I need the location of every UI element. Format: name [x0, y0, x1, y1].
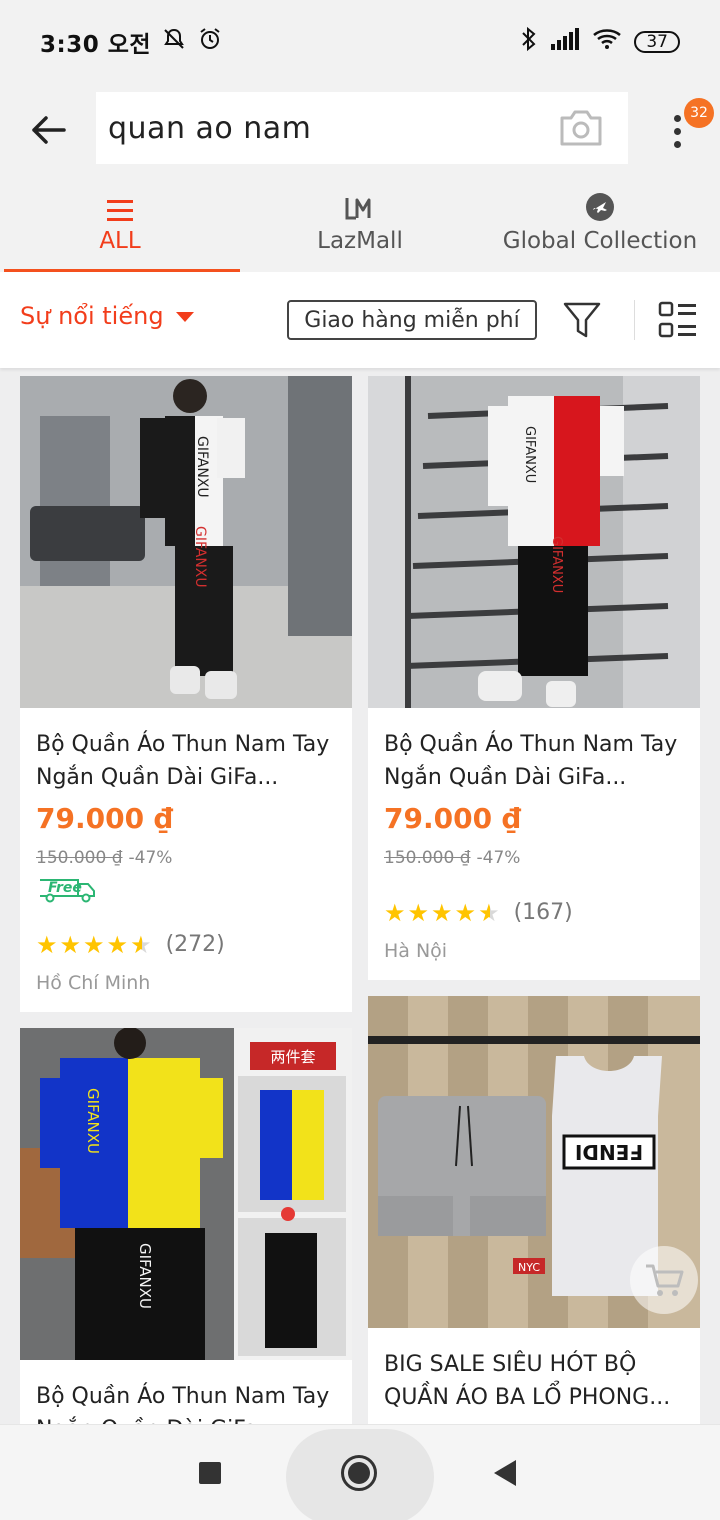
- product-rating: ★ ★ ★ ★ ★ (167): [384, 900, 573, 925]
- product-location: Hà Nội: [384, 940, 448, 962]
- review-count: (272): [165, 932, 225, 957]
- menu-icon: [106, 188, 134, 222]
- sort-dropdown[interactable]: Sự nổi tiếng: [20, 302, 194, 330]
- tab-global-collection[interactable]: Global Collection: [480, 174, 720, 272]
- product-image[interactable]: 两件套 GIFANXU GIFANXU: [20, 1028, 352, 1360]
- free-shipping-badge: Free: [38, 874, 96, 903]
- product-rating: ★ ★ ★ ★ ★ (272): [36, 932, 225, 957]
- tab-all[interactable]: ALL: [0, 174, 240, 272]
- product-price: 79.000 ₫: [384, 802, 522, 835]
- original-price: 150.000 ₫ -47%: [384, 848, 521, 868]
- product-image[interactable]: GIFANXU GIFANXU: [368, 376, 700, 708]
- camera-icon[interactable]: [558, 108, 604, 148]
- search-input[interactable]: quan ao nam: [96, 92, 628, 164]
- home-button[interactable]: [341, 1455, 377, 1491]
- svg-text:Free: Free: [48, 880, 82, 896]
- list-view-icon[interactable]: [658, 300, 698, 340]
- search-query: quan ao nam: [108, 110, 312, 146]
- product-title: Bộ Quần Áo Thun Nam Tay Ngắn Quần Dài Gi…: [36, 1384, 330, 1424]
- star-icon: ★: [431, 898, 453, 927]
- lazmall-icon: [345, 188, 375, 222]
- star-icon: ★: [59, 930, 82, 959]
- product-card[interactable]: NYC FENDI BIG SALE SIÊU HÓT BỘ QUẦN ÁO B…: [368, 996, 700, 1424]
- original-price: 150.000 ₫ -47%: [36, 848, 173, 868]
- star-icon: ★: [83, 930, 105, 959]
- filter-bar: Sự nổi tiếng Giao hàng miễn phí: [0, 272, 720, 368]
- signal-icon: [550, 28, 580, 56]
- divider: [634, 300, 635, 340]
- product-image[interactable]: GIFANXU GIFANXU: [20, 376, 352, 708]
- battery-indicator: 37: [634, 31, 680, 53]
- product-title: BIG SALE SIÊU HÓT BỘ QUẦN ÁO BA LỔ PHONG…: [384, 1352, 671, 1410]
- product-location: Hồ Chí Minh: [36, 972, 151, 994]
- star-icon: ★: [407, 898, 430, 927]
- star-half-icon: ★: [130, 930, 152, 959]
- wifi-icon: [592, 27, 622, 57]
- status-time: 3:30 오전: [40, 32, 152, 58]
- star-icon: ★: [384, 898, 406, 927]
- product-title: Bộ Quần Áo Thun Nam Tay Ngắn Quần Dài Gi…: [384, 732, 678, 790]
- star-icon: ★: [106, 930, 129, 959]
- svg-text:GIFANXU: GIFANXU: [136, 1243, 154, 1309]
- svg-text:GIFANXU: GIFANXU: [84, 1088, 102, 1154]
- bluetooth-icon: [520, 26, 538, 58]
- star-half-icon: ★: [478, 898, 500, 927]
- airplane-icon: [585, 188, 615, 222]
- review-count: (167): [513, 900, 573, 925]
- star-icon: ★: [36, 930, 58, 959]
- product-price: 79.000 ₫: [36, 802, 174, 835]
- star-icon: ★: [454, 898, 477, 927]
- sort-label: Sự nổi tiếng: [20, 302, 164, 330]
- svg-text:GIFANXU: GIFANXU: [522, 426, 537, 483]
- arrow-left-icon: [32, 116, 66, 144]
- product-card[interactable]: 两件套 GIFANXU GIFANXU Bộ Quần Áo Thun Nam …: [20, 1028, 352, 1424]
- svg-text:NYC: NYC: [518, 1261, 540, 1274]
- product-card[interactable]: GIFANXU GIFANXU Bộ Quần Áo Thun Nam Tay …: [368, 376, 700, 980]
- search-header: quan ao nam: [0, 84, 720, 174]
- category-tabs: ALL LazMall Global Collection: [0, 174, 720, 272]
- caret-down-icon: [175, 312, 194, 322]
- status-bar: 3:30 오전 37: [0, 0, 720, 84]
- svg-text:FENDI: FENDI: [575, 1140, 643, 1164]
- filter-icon[interactable]: [562, 300, 602, 340]
- shopping-cart-icon: [646, 1264, 684, 1296]
- product-card[interactable]: GIFANXU GIFANXU Bộ Quần Áo Thun Nam Tay …: [20, 376, 352, 1012]
- system-nav-bar: [0, 1424, 720, 1520]
- product-title: Bộ Quần Áo Thun Nam Tay Ngắn Quần Dài Gi…: [36, 732, 330, 790]
- back-nav-button[interactable]: [494, 1460, 516, 1486]
- svg-text:两件套: 两件套: [270, 1048, 315, 1066]
- svg-text:GIFANXU: GIFANXU: [549, 536, 564, 593]
- tab-label: ALL: [99, 228, 141, 254]
- free-shipping-filter[interactable]: Giao hàng miễn phí: [287, 300, 537, 340]
- tab-label: LazMall: [317, 228, 403, 254]
- recent-apps-button[interactable]: [199, 1462, 221, 1484]
- tab-label: Global Collection: [502, 228, 698, 254]
- cart-count-badge: 32: [684, 98, 714, 128]
- svg-text:GIFANXU: GIFANXU: [194, 436, 210, 498]
- floating-cart-button[interactable]: [630, 1246, 698, 1314]
- mute-icon: [161, 26, 187, 58]
- tab-lazmall[interactable]: LazMall: [240, 174, 480, 272]
- back-button[interactable]: [26, 108, 70, 152]
- alarm-icon: [197, 26, 223, 58]
- svg-text:GIFANXU: GIFANXU: [192, 526, 208, 588]
